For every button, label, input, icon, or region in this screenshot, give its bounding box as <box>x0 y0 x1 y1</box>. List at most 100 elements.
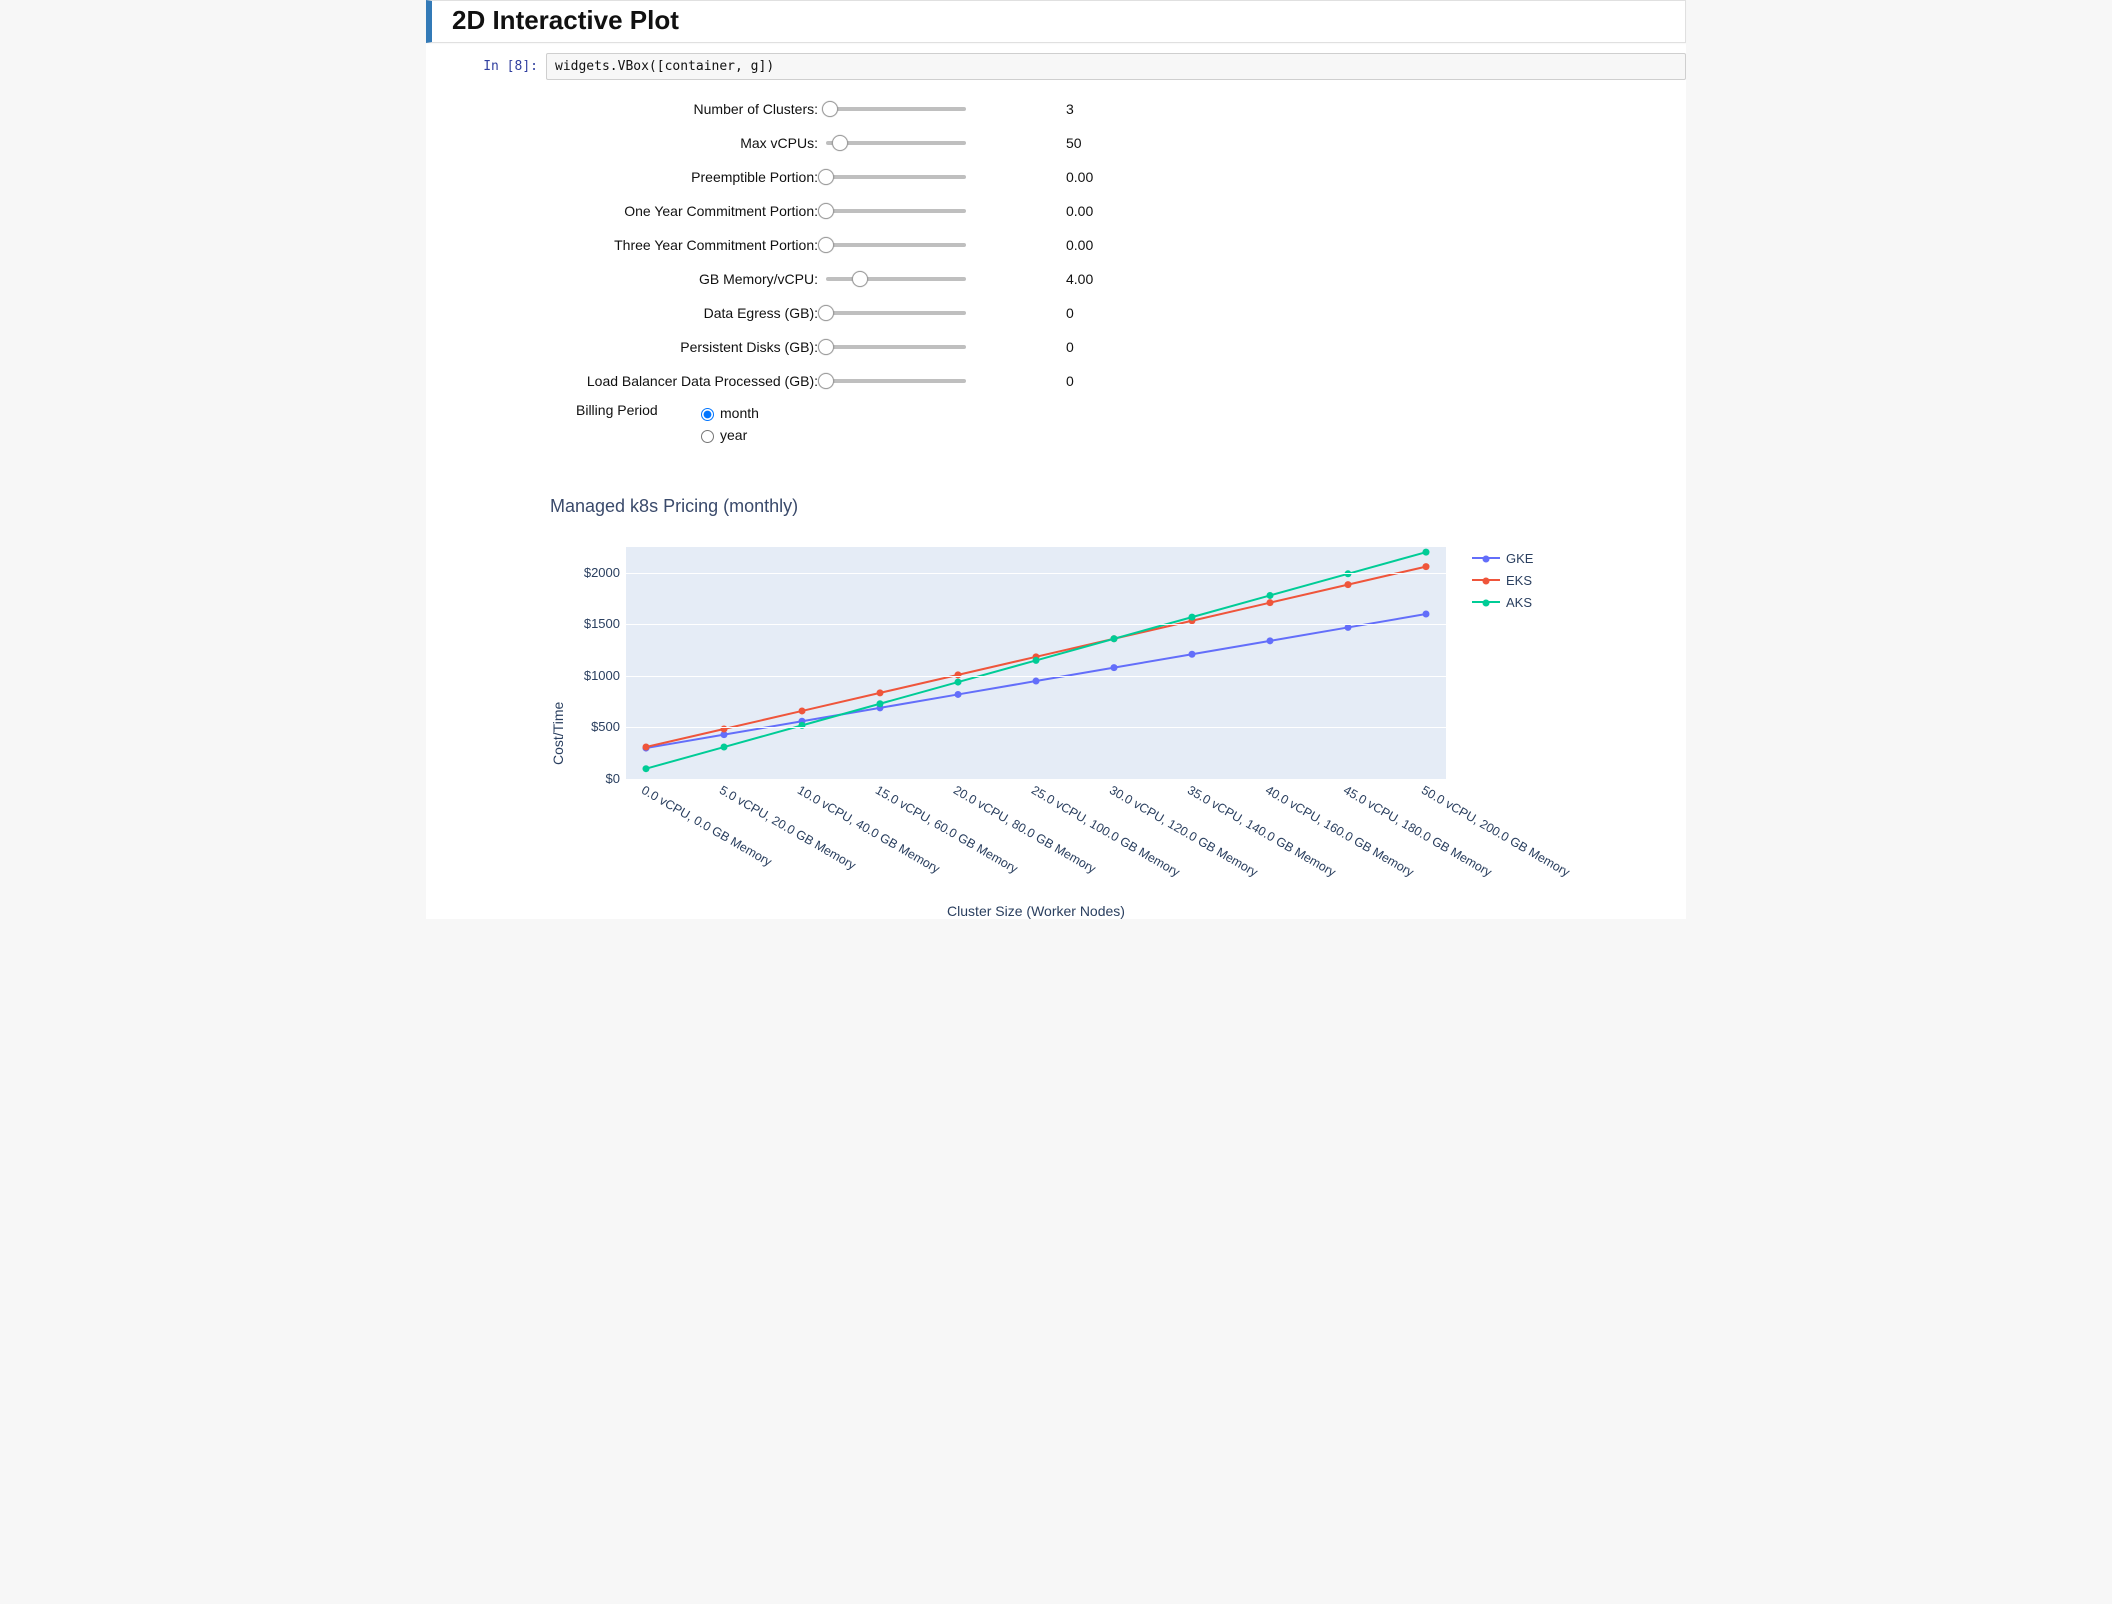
y-tick-label: $2000 <box>584 565 620 580</box>
slider[interactable] <box>826 277 966 281</box>
series-point[interactable] <box>877 689 884 696</box>
slider-thumb[interactable] <box>818 237 834 253</box>
plot-area[interactable] <box>626 547 1446 779</box>
x-tick-label: 15.0 vCPU, 60.0 GB Memory <box>873 783 1020 876</box>
x-tick-label: 45.0 vCPU, 180.0 GB Memory <box>1341 783 1494 880</box>
slider-value: 0.00 <box>966 237 1146 253</box>
slider-row: Preemptible Portion:0.00 <box>546 160 1686 194</box>
slider-thumb[interactable] <box>832 135 848 151</box>
radio-input[interactable] <box>701 408 714 421</box>
legend-item-aks[interactable]: AKS <box>1472 591 1533 613</box>
series-point[interactable] <box>1189 651 1196 658</box>
code-input[interactable]: widgets.VBox([container, g]) <box>546 53 1686 80</box>
chart: Managed k8s Pricing (monthly) Cost/Time … <box>546 496 1686 919</box>
slider[interactable] <box>826 175 966 179</box>
series-point[interactable] <box>1345 570 1352 577</box>
y-tick-label: $1500 <box>584 616 620 631</box>
x-tick-label: 25.0 vCPU, 100.0 GB Memory <box>1029 783 1182 880</box>
slider-row: GB Memory/vCPU:4.00 <box>546 262 1686 296</box>
series-point[interactable] <box>955 671 962 678</box>
gridline <box>626 676 1446 677</box>
slider-row: Load Balancer Data Processed (GB):0 <box>546 364 1686 398</box>
slider[interactable] <box>826 311 966 315</box>
y-tick-label: $0 <box>606 771 620 786</box>
x-tick-label: 50.0 vCPU, 200.0 GB Memory <box>1419 783 1572 880</box>
slider-label: Persistent Disks (GB): <box>546 339 826 355</box>
series-point[interactable] <box>1423 563 1430 570</box>
output-area: Number of Clusters:3Max vCPUs:50Preempti… <box>546 82 1686 919</box>
x-axis-ticks: 0.0 vCPU, 0.0 GB Memory5.0 vCPU, 20.0 GB… <box>626 779 1446 899</box>
series-point[interactable] <box>643 765 650 772</box>
x-tick-label: 5.0 vCPU, 20.0 GB Memory <box>717 783 858 873</box>
slider[interactable] <box>826 141 966 145</box>
legend-item-gke[interactable]: GKE <box>1472 547 1533 569</box>
series-point[interactable] <box>1267 637 1274 644</box>
slider-label: Preemptible Portion: <box>546 169 826 185</box>
series-point[interactable] <box>1111 635 1118 642</box>
slider-label: Three Year Commitment Portion: <box>546 237 826 253</box>
series-point[interactable] <box>955 691 962 698</box>
slider[interactable] <box>826 107 966 111</box>
legend-item-eks[interactable]: EKS <box>1472 569 1533 591</box>
slider-label: Data Egress (GB): <box>546 305 826 321</box>
x-tick-label: 20.0 vCPU, 80.0 GB Memory <box>951 783 1098 876</box>
chart-legend: GKE EKS AKS <box>1472 547 1533 613</box>
x-tick-label: 40.0 vCPU, 160.0 GB Memory <box>1263 783 1416 880</box>
slider-label: Number of Clusters: <box>546 101 826 117</box>
radio-input[interactable] <box>701 430 714 443</box>
legend-swatch <box>1472 601 1500 603</box>
gridline <box>626 624 1446 625</box>
slider-thumb[interactable] <box>818 373 834 389</box>
slider-row: One Year Commitment Portion:0.00 <box>546 194 1686 228</box>
radio-option-label: year <box>720 427 747 443</box>
billing-period-label: Billing Period <box>566 402 696 418</box>
slider-thumb[interactable] <box>818 339 834 355</box>
gridline <box>626 573 1446 574</box>
series-point[interactable] <box>799 707 806 714</box>
slider-thumb[interactable] <box>852 271 868 287</box>
slider[interactable] <box>826 345 966 349</box>
radio-option-year[interactable]: year <box>696 424 759 446</box>
legend-swatch <box>1472 579 1500 581</box>
page-title: 2D Interactive Plot <box>452 5 1675 36</box>
series-point[interactable] <box>643 744 650 751</box>
slider-row: Number of Clusters:3 <box>546 92 1686 126</box>
slider-label: Load Balancer Data Processed (GB): <box>546 373 826 389</box>
slider-thumb[interactable] <box>818 169 834 185</box>
series-point[interactable] <box>721 744 728 751</box>
chart-title: Managed k8s Pricing (monthly) <box>550 496 1686 517</box>
slider-value: 4.00 <box>966 271 1146 287</box>
radio-option-month[interactable]: month <box>696 402 759 424</box>
series-point[interactable] <box>1423 549 1430 556</box>
x-tick-label: 30.0 vCPU, 120.0 GB Memory <box>1107 783 1260 880</box>
slider-row: Persistent Disks (GB):0 <box>546 330 1686 364</box>
x-tick-label: 35.0 vCPU, 140.0 GB Memory <box>1185 783 1338 880</box>
series-point[interactable] <box>955 679 962 686</box>
slider[interactable] <box>826 243 966 247</box>
x-axis-title: Cluster Size (Worker Nodes) <box>626 903 1446 919</box>
legend-label: GKE <box>1506 551 1533 566</box>
slider-value: 0 <box>966 305 1146 321</box>
series-point[interactable] <box>1033 678 1040 685</box>
slider-thumb[interactable] <box>822 101 838 117</box>
code-cell: In [8]: widgets.VBox([container, g]) <box>426 51 1686 82</box>
markdown-cell: 2D Interactive Plot <box>426 0 1686 43</box>
radio-option-label: month <box>720 405 759 421</box>
series-point[interactable] <box>1111 664 1118 671</box>
x-tick-label: 10.0 vCPU, 40.0 GB Memory <box>795 783 942 876</box>
series-point[interactable] <box>1423 611 1430 618</box>
slider-thumb[interactable] <box>818 305 834 321</box>
series-point[interactable] <box>1267 592 1274 599</box>
series-point[interactable] <box>1189 614 1196 621</box>
series-point[interactable] <box>1345 581 1352 588</box>
series-point[interactable] <box>877 700 884 707</box>
slider-thumb[interactable] <box>818 203 834 219</box>
series-point[interactable] <box>1033 657 1040 664</box>
slider[interactable] <box>826 209 966 213</box>
x-tick-label: 0.0 vCPU, 0.0 GB Memory <box>639 783 774 869</box>
legend-label: EKS <box>1506 573 1532 588</box>
slider-row: Max vCPUs:50 <box>546 126 1686 160</box>
slider[interactable] <box>826 379 966 383</box>
series-point[interactable] <box>1267 599 1274 606</box>
slider-row: Data Egress (GB): 0 <box>546 296 1686 330</box>
